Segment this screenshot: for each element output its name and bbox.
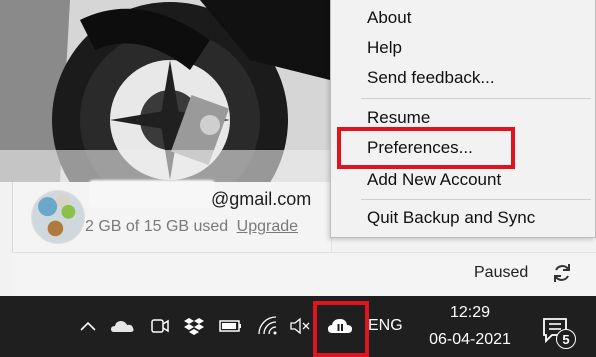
menu-item-quit[interactable]: Quit Backup and Sync — [331, 203, 595, 233]
menu-item-help[interactable]: Help — [331, 33, 595, 63]
menu-item-send-feedback[interactable]: Send feedback... — [331, 63, 595, 93]
backup-and-sync-paused-icon[interactable] — [327, 315, 352, 337]
upgrade-link[interactable]: Upgrade — [237, 218, 298, 235]
wifi-icon[interactable] — [256, 315, 280, 337]
status-row: Paused — [12, 253, 596, 296]
account-email: @gmail.com — [211, 189, 312, 209]
onedrive-icon[interactable] — [110, 315, 134, 337]
email-redaction — [89, 180, 215, 208]
menu-separator — [361, 98, 591, 99]
account-row: @gmail.com 2 GB of 15 GB used Upgrade — [12, 180, 332, 252]
meet-now-icon[interactable] — [148, 315, 172, 337]
menu-item-resume[interactable]: Resume — [331, 103, 595, 133]
taskbar: ENG 12:29 06-04-2021 5 — [0, 296, 596, 357]
menu-item-about[interactable]: About — [331, 3, 595, 33]
system-clock[interactable]: 12:29 06-04-2021 — [412, 302, 528, 352]
chevron-up-icon[interactable] — [76, 315, 100, 337]
volume-muted-icon[interactable] — [288, 315, 312, 337]
storage-usage: 2 GB of 15 GB used Upgrade — [85, 218, 298, 236]
motorcycle-background-image — [0, 0, 330, 182]
menu-item-add-account[interactable]: Add New Account — [331, 165, 595, 195]
context-menu: About Help Send feedback... Resume Prefe… — [330, 0, 596, 238]
dropbox-icon[interactable] — [182, 315, 206, 337]
storage-text: 2 GB of 15 GB used — [85, 218, 229, 235]
notification-count-badge: 5 — [556, 329, 576, 349]
status-text: Paused — [474, 264, 529, 281]
battery-icon[interactable] — [218, 315, 242, 337]
clock-date: 06-04-2021 — [429, 331, 511, 348]
menu-separator — [361, 199, 591, 200]
account-avatar — [31, 190, 85, 244]
clock-time: 12:29 — [449, 304, 491, 321]
language-indicator[interactable]: ENG — [368, 317, 403, 335]
menu-item-preferences[interactable]: Preferences... — [331, 133, 595, 163]
sync-icon[interactable] — [550, 261, 574, 285]
